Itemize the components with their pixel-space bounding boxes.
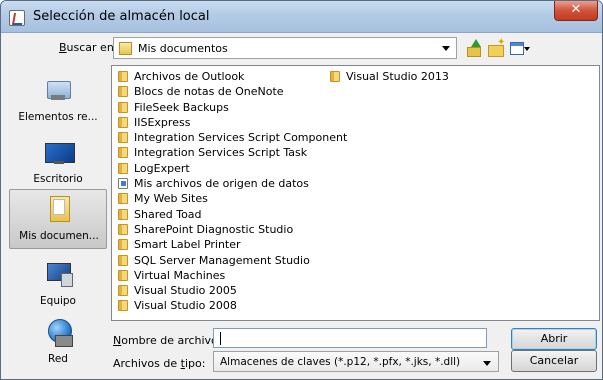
place-desktop[interactable]: Escritorio <box>9 133 107 193</box>
folder-icon <box>330 71 340 82</box>
file-chooser-dialog: Selección de almacén local ✕ Buscar en: … <box>0 0 603 380</box>
computer-icon <box>47 261 73 287</box>
recent-items-icon <box>47 77 71 103</box>
look-in-combobox[interactable]: Mis documentos <box>113 37 457 59</box>
file-type-value: Almacenes de claves (*.p12, *.pfx, *.jks… <box>220 356 461 368</box>
up-one-level-icon[interactable] <box>465 39 483 57</box>
chevron-down-icon[interactable] <box>483 361 491 366</box>
place-my-documents[interactable]: Mis documen... <box>9 189 107 249</box>
file-type-select[interactable]: Almacenes de claves (*.p12, *.pfx, *.jks… <box>213 351 499 372</box>
desktop-icon <box>45 139 75 165</box>
file-type-label: Archivos de tipo: <box>113 357 206 370</box>
view-menu-icon[interactable] <box>509 39 530 57</box>
folder-icon <box>118 193 128 205</box>
place-computer[interactable]: Equipo <box>9 255 107 315</box>
folder-icon <box>118 239 128 251</box>
folder-icon <box>118 132 128 144</box>
folder-icon <box>118 86 128 98</box>
folder-icon <box>118 300 128 312</box>
open-button[interactable]: Abrir <box>511 328 597 350</box>
file-list-item-label: Visual Studio 2008 <box>134 299 237 313</box>
network-icon <box>47 319 73 347</box>
folder-icon <box>118 71 128 82</box>
folder-icon <box>118 162 128 174</box>
file-list-item-label: Integration Services Script Task <box>134 146 308 160</box>
file-list-item-label: Virtual Machines <box>134 268 226 282</box>
folder-icon <box>118 147 128 159</box>
file-list-item-label: FileSeek Backups <box>134 100 229 114</box>
file-list[interactable]: Archivos de Outlook Blocs de notas de One… <box>111 65 600 321</box>
folder-icon <box>118 269 128 281</box>
title-bar[interactable]: Selección de almacén local ✕ <box>1 1 602 33</box>
file-name-input[interactable] <box>213 328 487 348</box>
look-in-value: Mis documentos <box>138 42 228 55</box>
file-list-item-label: Visual Studio 2013 <box>346 70 449 83</box>
folder-icon <box>118 254 128 266</box>
folder-icon <box>118 208 128 220</box>
file-list-item-label: Visual Studio 2005 <box>134 284 237 298</box>
file-list-item-label: LogExpert <box>134 161 190 175</box>
file-list-item-label: SharePoint Diagnostic Studio <box>134 222 294 236</box>
file-list-item-label: Shared Toad <box>134 207 202 221</box>
cancel-button[interactable]: Cancelar <box>511 350 597 372</box>
look-in-label: Buscar en: <box>59 41 118 54</box>
window-title: Selección de almacén local <box>33 9 210 24</box>
java-app-icon <box>9 10 25 26</box>
folder-icon <box>118 223 128 235</box>
file-list-item-label: Smart Label Printer <box>134 238 241 252</box>
place-label: Escritorio <box>33 173 83 185</box>
place-label: Red <box>48 353 68 365</box>
folder-icon <box>118 285 128 297</box>
file-list-item-label: IISExpress <box>134 115 191 129</box>
text-caret <box>220 332 221 345</box>
close-button[interactable]: ✕ <box>554 1 598 21</box>
chevron-down-icon[interactable] <box>442 46 450 51</box>
file-list-item-label: Archivos de Outlook <box>134 70 245 83</box>
my-documents-icon <box>48 196 72 222</box>
place-network[interactable]: Red <box>9 313 107 373</box>
place-label: Mis documen... <box>19 230 99 242</box>
folder-icon <box>118 116 128 128</box>
new-folder-icon[interactable] <box>487 37 505 57</box>
folder-icon <box>118 101 128 113</box>
file-list-item-label: Integration Services Script Component <box>134 131 348 145</box>
file-list-item-label: SQL Server Management Studio <box>134 253 310 267</box>
folder-icon <box>119 42 132 55</box>
file-list-item-label: Blocs de notas de OneNote <box>134 85 284 99</box>
file-list-item-label: My Web Sites <box>134 192 208 206</box>
data-sources-folder-icon <box>118 178 128 190</box>
places-bar: Elementos re... Escritorio Mis documen..… <box>9 65 107 371</box>
file-name-label: Nombre de archivo: <box>113 334 222 347</box>
file-list-item-label: Mis archivos de origen de datos <box>134 177 309 191</box>
place-label: Equipo <box>40 295 76 307</box>
place-label: Elementos re... <box>18 111 98 123</box>
place-recent-items[interactable]: Elementos re... <box>9 71 107 131</box>
